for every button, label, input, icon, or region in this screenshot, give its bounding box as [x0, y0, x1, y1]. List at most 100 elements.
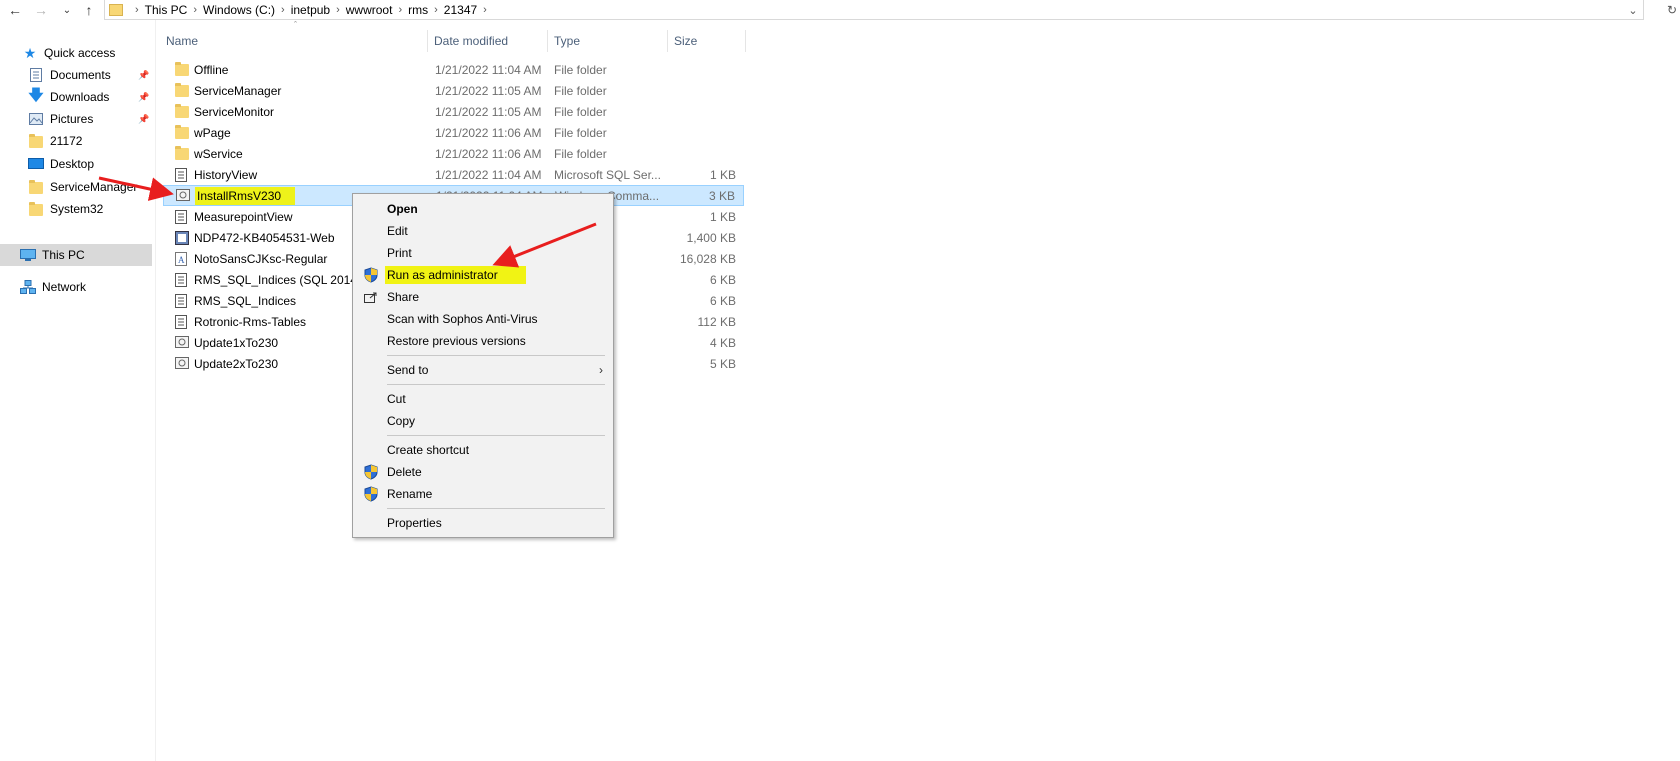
folder-icon	[28, 179, 44, 195]
file-row[interactable]: ServiceManager 1/21/2022 11:05 AM File fol…	[163, 80, 744, 101]
menu-item-cut[interactable]: Cut	[353, 388, 613, 410]
nav-downloads-label: Downloads	[50, 90, 110, 104]
file-size: 1,400 KB	[686, 230, 736, 245]
nav-network-label: Network	[42, 280, 87, 294]
documents-icon	[28, 67, 44, 83]
file-row[interactable]: wPage 1/21/2022 11:06 AM File folder	[163, 122, 744, 143]
file-size: 112 KB	[697, 314, 736, 329]
folder-icon	[109, 3, 123, 16]
refresh-icon[interactable]: ↻	[1664, 0, 1680, 20]
folder-icon	[175, 82, 189, 98]
nav-pictures[interactable]: Pictures	[28, 108, 93, 130]
column-header-name[interactable]: Name	[160, 30, 428, 52]
file-size: 1 KB	[709, 167, 736, 182]
nav-system32[interactable]: System32	[28, 198, 103, 220]
pin-icon[interactable]: 📌	[138, 70, 149, 80]
address-dropdown-icon[interactable]: ⌄	[1623, 0, 1643, 20]
file-date-modified: 1/21/2022 11:06 AM	[435, 146, 542, 161]
file-size: 5 KB	[709, 356, 736, 371]
menu-item-scan-sophos[interactable]: Scan with Sophos Anti-Virus	[353, 308, 613, 330]
folder-icon	[175, 61, 189, 77]
file-size: 16,028 KB	[679, 251, 736, 266]
nav-desktop[interactable]: Desktop	[28, 153, 94, 175]
chevron-right-icon: ›	[336, 3, 340, 16]
nav-downloads[interactable]: 🡇 Downloads	[28, 86, 109, 108]
file-name: HistoryView	[194, 167, 258, 182]
menu-item-restore-previous-versions[interactable]: Restore previous versions	[353, 330, 613, 352]
nav-quick-access[interactable]: ★ Quick access	[22, 42, 116, 64]
breadcrumb-windows-c[interactable]: Windows (C:)	[203, 3, 275, 17]
menu-item-properties[interactable]: Properties	[353, 512, 613, 534]
file-name: NDP472-KB4054531-Web	[194, 230, 335, 245]
chevron-right-icon[interactable]: ›	[483, 4, 487, 16]
menu-item-open[interactable]: Open	[353, 198, 613, 220]
nav-documents[interactable]: Documents	[28, 64, 111, 86]
uac-shield-icon	[363, 267, 379, 283]
context-menu: Open Edit Print Run as administrator Sha…	[352, 193, 614, 538]
nav-quick-access-label: Quick access	[44, 46, 116, 60]
nav-folder-21172-label: 21172	[50, 134, 83, 148]
back-button[interactable]: ←	[4, 0, 26, 20]
star-icon: ★	[23, 44, 37, 61]
nav-servicemanager-label: ServiceManager	[50, 180, 138, 194]
download-arrow-icon: 🡇	[28, 86, 44, 104]
batch-file-icon	[175, 356, 189, 371]
up-button[interactable]: ↑	[78, 0, 100, 20]
pin-icon[interactable]: 📌	[138, 92, 149, 102]
file-row[interactable]: Offline 1/21/2022 11:04 AM File folder	[163, 59, 744, 80]
file-type: File folder	[554, 125, 607, 140]
breadcrumb-inetpub[interactable]: inetpub	[291, 3, 330, 17]
menu-item-create-shortcut[interactable]: Create shortcut	[353, 439, 613, 461]
breadcrumb-wwwroot[interactable]: wwwroot	[346, 3, 393, 17]
uac-shield-icon	[363, 486, 379, 502]
menu-item-share[interactable]: Share	[353, 286, 613, 308]
file-size: 6 KB	[709, 293, 736, 308]
nav-folder-21172[interactable]: 21172	[28, 130, 82, 152]
sql-file-icon	[175, 314, 189, 329]
nav-network[interactable]: Network	[20, 276, 86, 298]
file-row[interactable]: ServiceMonitor 1/21/2022 11:05 AM File fol…	[163, 101, 744, 122]
network-icon	[20, 279, 36, 295]
file-name: ServiceManager	[194, 83, 282, 98]
file-row[interactable]: HistoryView 1/21/2022 11:04 AM Microsoft S…	[163, 164, 744, 185]
file-row[interactable]: wService 1/21/2022 11:06 AM File folder	[163, 143, 744, 164]
file-name: NotoSansCJKsc-Regular	[194, 251, 328, 266]
folder-icon	[28, 201, 44, 217]
menu-item-run-as-administrator[interactable]: Run as administrator	[353, 264, 613, 286]
menu-item-delete[interactable]: Delete	[353, 461, 613, 483]
forward-button[interactable]: →	[30, 0, 52, 20]
nav-servicemanager[interactable]: ServiceManager	[28, 176, 137, 198]
nav-pictures-label: Pictures	[50, 112, 94, 126]
column-header-date-modified[interactable]: Date modified	[428, 30, 548, 52]
chevron-right-icon: ›	[599, 363, 603, 377]
menu-separator	[387, 384, 605, 385]
menu-item-edit[interactable]: Edit	[353, 220, 613, 242]
menu-item-send-to[interactable]: Send to ›	[353, 359, 613, 381]
breadcrumb-21347[interactable]: 21347	[444, 3, 477, 17]
pin-icon[interactable]: 📌	[138, 114, 149, 124]
font-file-icon: A	[175, 251, 189, 266]
pictures-icon	[28, 111, 44, 127]
nav-this-pc[interactable]: This PC	[0, 244, 152, 266]
breadcrumb-this-pc[interactable]: This PC	[145, 3, 188, 17]
file-date-modified: 1/21/2022 11:05 AM	[435, 83, 542, 98]
installer-icon	[175, 230, 189, 245]
file-date-modified: 1/21/2022 11:05 AM	[435, 104, 542, 119]
column-header-type[interactable]: Type	[548, 30, 668, 52]
nav-system32-label: System32	[50, 202, 104, 216]
breadcrumb-rms[interactable]: rms	[408, 3, 428, 17]
menu-separator	[387, 355, 605, 356]
file-name: InstallRmsV230	[195, 186, 296, 205]
desktop-icon	[28, 156, 44, 172]
file-name: Offline	[194, 62, 229, 77]
column-header-size[interactable]: Size	[668, 30, 746, 52]
menu-item-rename[interactable]: Rename	[353, 483, 613, 505]
file-name: Rotronic-Rms-Tables	[194, 314, 307, 329]
address-box[interactable]: › This PC › Windows (C:) › inetpub › wwwroot…	[104, 0, 1644, 20]
batch-file-icon	[175, 335, 189, 350]
menu-item-print[interactable]: Print	[353, 242, 613, 264]
recent-locations-chevron-icon[interactable]: ⌄	[56, 0, 78, 20]
sort-ascending-icon: ˆ	[294, 20, 297, 30]
menu-item-copy[interactable]: Copy	[353, 410, 613, 432]
file-size: 1 KB	[709, 209, 736, 224]
